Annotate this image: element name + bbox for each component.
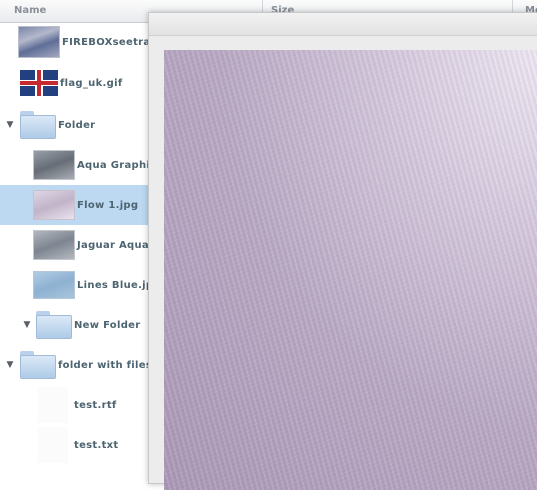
image-thumbnail-icon [33, 150, 75, 180]
image-thumbnail-icon [33, 230, 75, 260]
uk-flag-icon [20, 70, 58, 96]
tree-row-label: New Folder [74, 319, 141, 331]
tree-row-label: Aqua Graphit [77, 159, 156, 171]
folder-icon [36, 311, 72, 339]
tree-row-label: test.rtf [74, 399, 117, 411]
tree-row-label: Folder [58, 119, 96, 131]
document-icon [38, 427, 68, 463]
tree-row-label: Jaguar Aqua [77, 239, 149, 251]
image-thumbnail-icon [33, 190, 75, 220]
tree-row-label: FIREBOXseetra [62, 36, 151, 48]
preview-image [164, 50, 537, 490]
preview-title-bar[interactable] [149, 13, 537, 36]
image-preview-window[interactable] [148, 12, 537, 490]
tree-row-label: folder with files [58, 359, 153, 371]
image-thumbnail-icon [18, 26, 60, 58]
folder-icon [20, 111, 56, 139]
disclosure-triangle-expanded-icon[interactable]: ▼ [5, 120, 15, 130]
disclosure-triangle-expanded-icon[interactable]: ▼ [5, 360, 15, 370]
folder-icon [20, 351, 56, 379]
tree-row-label: Lines Blue.jp [77, 279, 154, 291]
document-icon [38, 387, 68, 423]
image-thumbnail-icon [33, 271, 75, 299]
tree-row-label: Flow 1.jpg [77, 199, 139, 211]
tree-row-label: flag_uk.gif [60, 77, 123, 89]
disclosure-triangle-expanded-icon[interactable]: ▼ [22, 320, 32, 330]
tree-row-label: test.txt [74, 439, 119, 451]
